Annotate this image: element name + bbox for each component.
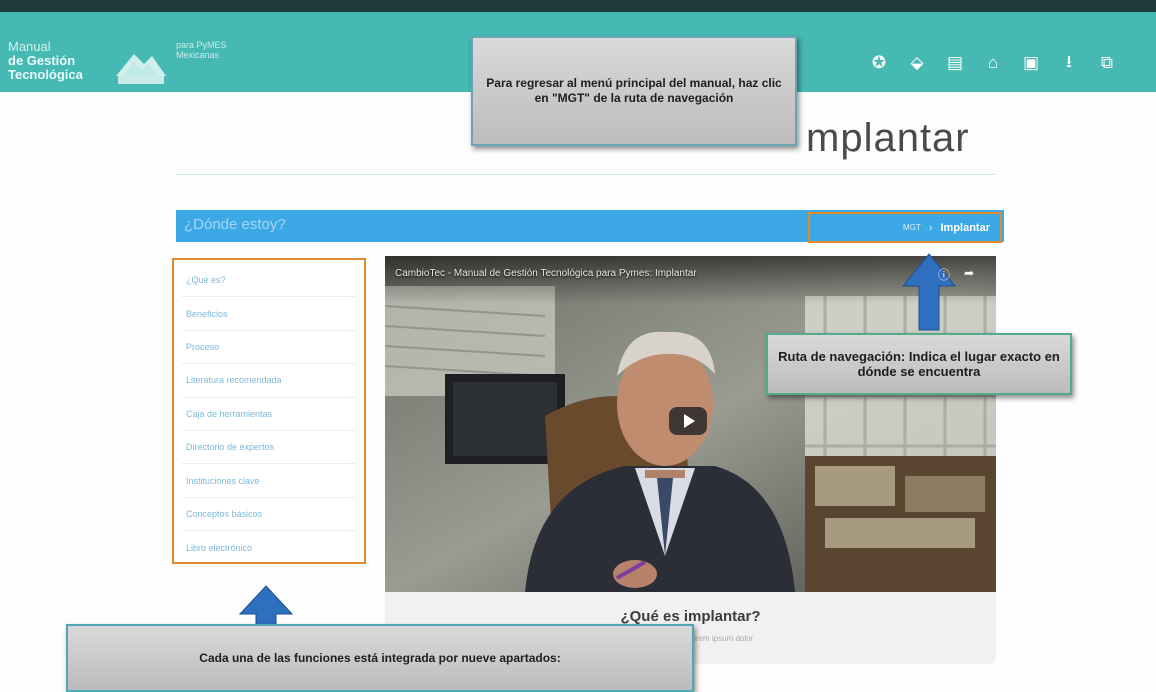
menu-item-beneficios[interactable]: Beneficios bbox=[182, 297, 356, 331]
header-toolbar: ✪ ⬙ ▤ ⌂ ▣ ⭳ ⧉ bbox=[860, 50, 1126, 76]
logo-line3: Tecnológica bbox=[8, 67, 83, 82]
video-title[interactable]: CambioTec - Manual de Gestión Tecnológic… bbox=[395, 268, 697, 279]
breadcrumb-current: Implantar bbox=[940, 221, 990, 234]
menu-item-literatura[interactable]: Literatura recomendada bbox=[182, 364, 356, 398]
share-icon[interactable]: ➦ bbox=[964, 266, 974, 283]
top-strip bbox=[0, 0, 1156, 12]
section-menu: ¿Qué es? Beneficios Proceso Literatura r… bbox=[172, 258, 366, 564]
menu-item-conceptos[interactable]: Conceptos básicos bbox=[182, 498, 356, 532]
breadcrumb-home-link[interactable]: MGT bbox=[903, 223, 921, 232]
menu-item-que-es[interactable]: ¿Qué es? bbox=[182, 264, 356, 298]
institution-icon[interactable]: ⌂ bbox=[974, 50, 1012, 76]
menu-item-instituciones[interactable]: Instituciones clave bbox=[182, 464, 356, 498]
breadcrumb-separator: › bbox=[928, 221, 933, 234]
external-link-icon[interactable]: ⧉ bbox=[1088, 50, 1126, 76]
breadcrumb: MGT › Implantar bbox=[808, 212, 1002, 243]
title-divider bbox=[176, 174, 996, 175]
callout-nine-sections: Cada una de las funciones está integrada… bbox=[66, 624, 694, 692]
play-button[interactable] bbox=[669, 407, 707, 435]
video-actions: ⓘ ➦ bbox=[938, 266, 974, 283]
logo-mountain-icon bbox=[116, 54, 166, 84]
callout-return-to-menu: Para regresar al menú principal del manu… bbox=[471, 36, 797, 146]
menu-item-libro[interactable]: Libro electrónico bbox=[182, 531, 356, 564]
logo-line2: de Gestión bbox=[8, 53, 76, 68]
menu-item-directorio[interactable]: Directorio de expertos bbox=[182, 431, 356, 465]
logo-line1: Manual bbox=[8, 39, 51, 54]
compass-icon[interactable]: ✪ bbox=[860, 50, 898, 76]
play-icon bbox=[684, 414, 695, 428]
logo-sub-line2: Mexicanas bbox=[176, 50, 220, 60]
id-card-icon[interactable]: ▤ bbox=[936, 50, 974, 76]
chat-icon[interactable]: ▣ bbox=[1012, 50, 1050, 76]
logo-sub-line1: para PyMES bbox=[176, 40, 227, 50]
logo-subtitle: para PyMES Mexicanas bbox=[176, 40, 227, 60]
info-icon[interactable]: ⓘ bbox=[938, 266, 950, 283]
page-title: mplantar bbox=[806, 116, 970, 160]
up-arrow-icon bbox=[901, 253, 957, 331]
download-icon[interactable]: ⭳ bbox=[1050, 50, 1088, 76]
callout-breadcrumb-info: Ruta de navegación: Indica el lugar exac… bbox=[766, 333, 1072, 395]
menu-item-herramientas[interactable]: Caja de herramientas bbox=[182, 398, 356, 431]
page: Manual de Gestión Tecnológica para PyMES… bbox=[0, 0, 1156, 692]
where-am-i-label: ¿Dónde estoy? bbox=[184, 216, 286, 233]
hand-coin-icon[interactable]: ⬙ bbox=[898, 50, 936, 76]
video-caption-subtitle: Lorem ipsum dolor bbox=[687, 634, 754, 643]
site-logo-text[interactable]: Manual de Gestión Tecnológica bbox=[8, 40, 83, 82]
video-caption-title: ¿Qué es implantar? bbox=[620, 608, 761, 625]
menu-item-proceso[interactable]: Proceso bbox=[182, 331, 356, 365]
